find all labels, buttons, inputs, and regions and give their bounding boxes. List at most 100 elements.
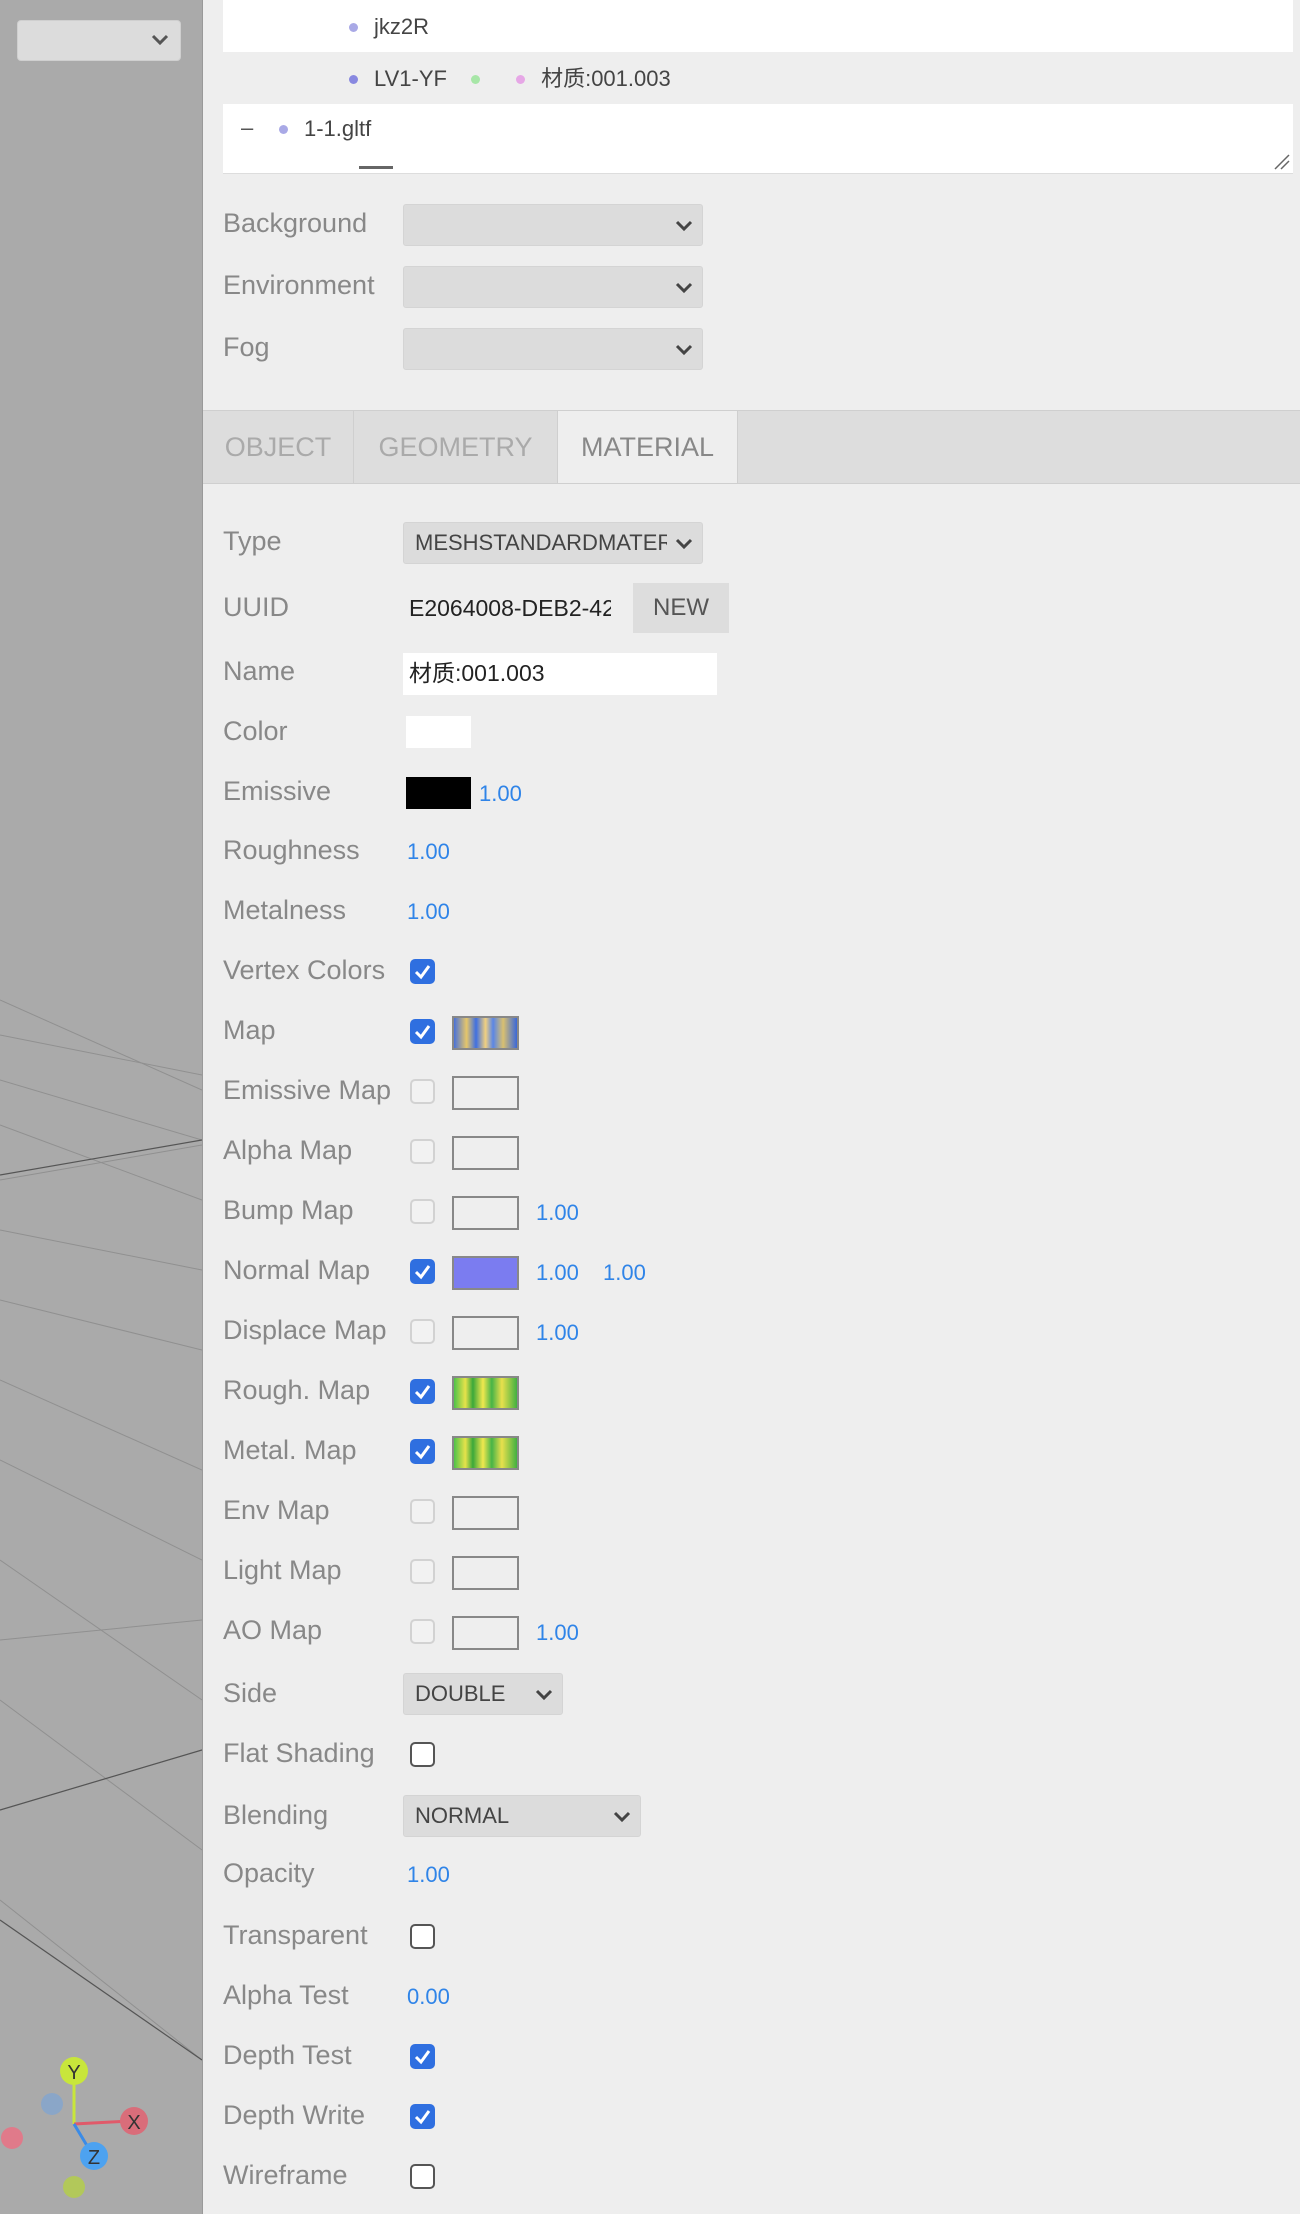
checkmark-icon bbox=[414, 1445, 431, 1460]
flat-shading-checkbox[interactable] bbox=[410, 1742, 435, 1767]
alpha-map-checkbox[interactable] bbox=[410, 1139, 435, 1164]
name-field[interactable]: 材质:001.003 bbox=[403, 653, 717, 695]
name-label: Name bbox=[223, 656, 296, 686]
roughness-number[interactable]: 1.00 bbox=[407, 839, 450, 865]
outliner-row-partial[interactable] bbox=[223, 154, 1293, 173]
bump-map-label: Bump Map bbox=[223, 1195, 354, 1225]
uuid-field[interactable]: E2064008-DEB2-42 bbox=[403, 588, 611, 630]
vertex-colors-checkbox[interactable] bbox=[410, 959, 435, 984]
map-label: Map bbox=[223, 1015, 276, 1045]
normal-scale-y-number[interactable]: 1.00 bbox=[603, 1260, 646, 1286]
color-swatch[interactable] bbox=[406, 716, 471, 748]
normal-map-checkbox[interactable] bbox=[410, 1259, 435, 1284]
map-texture-thumbnail[interactable] bbox=[452, 1016, 519, 1050]
wireframe-checkbox[interactable] bbox=[410, 2164, 435, 2189]
blending-select[interactable]: NORMAL bbox=[403, 1795, 641, 1837]
fog-label: Fog bbox=[223, 332, 270, 362]
grid-lines bbox=[0, 999, 202, 2061]
material-dot-icon bbox=[516, 74, 526, 84]
chevron-down-icon bbox=[535, 1689, 553, 1701]
ao-map-label: AO Map bbox=[223, 1615, 323, 1645]
type-label: Type bbox=[223, 526, 282, 556]
emissive-intensity-number[interactable]: 1.00 bbox=[479, 781, 522, 807]
type-select-value: MESHSTANDARDMATERIAL bbox=[415, 530, 667, 555]
fog-select[interactable] bbox=[403, 328, 703, 370]
tab-geometry[interactable]: GEOMETRY bbox=[354, 411, 558, 483]
chevron-down-icon bbox=[675, 220, 693, 232]
outliner-row-label: jkz2R bbox=[374, 14, 430, 40]
cropped-row-text bbox=[359, 166, 393, 169]
emissive-swatch[interactable] bbox=[406, 777, 471, 809]
background-select[interactable] bbox=[403, 204, 703, 246]
environment-select[interactable] bbox=[403, 266, 703, 308]
vertex-colors-label: Vertex Colors bbox=[223, 955, 386, 985]
neg-z-axis-dot[interactable] bbox=[41, 2093, 63, 2115]
bump-scale-number[interactable]: 1.00 bbox=[536, 1200, 579, 1226]
viewport[interactable]: Y X Z bbox=[0, 0, 202, 2214]
metal-map-texture-thumbnail[interactable] bbox=[452, 1436, 519, 1470]
side-select[interactable]: DOUBLE bbox=[403, 1673, 563, 1715]
alpha-map-texture-slot[interactable] bbox=[452, 1136, 519, 1170]
light-map-texture-slot[interactable] bbox=[452, 1556, 519, 1590]
rough-map-texture-thumbnail[interactable] bbox=[452, 1376, 519, 1410]
checkmark-icon bbox=[414, 1025, 431, 1040]
displace-map-texture-slot[interactable] bbox=[452, 1316, 519, 1350]
metal-map-checkbox[interactable] bbox=[410, 1439, 435, 1464]
checkmark-icon bbox=[414, 1385, 431, 1400]
blending-select-value: NORMAL bbox=[415, 1803, 510, 1828]
alpha-map-label: Alpha Map bbox=[223, 1135, 353, 1165]
normal-map-texture-thumbnail[interactable] bbox=[452, 1256, 519, 1290]
transparent-label: Transparent bbox=[223, 1920, 368, 1950]
type-select[interactable]: MESHSTANDARDMATERIAL bbox=[403, 522, 703, 564]
outliner-row-label: 1-1.gltf bbox=[304, 116, 372, 142]
camera-select[interactable] bbox=[17, 20, 181, 61]
bump-map-checkbox[interactable] bbox=[410, 1199, 435, 1224]
object-dot-icon bbox=[349, 22, 358, 32]
env-map-checkbox[interactable] bbox=[410, 1499, 435, 1524]
alpha-test-label: Alpha Test bbox=[223, 1980, 349, 2010]
light-map-checkbox[interactable] bbox=[410, 1559, 435, 1584]
color-label: Color bbox=[223, 716, 288, 746]
normal-scale-x-number[interactable]: 1.00 bbox=[536, 1260, 579, 1286]
rough-map-checkbox[interactable] bbox=[410, 1379, 435, 1404]
metal-map-label: Metal. Map bbox=[223, 1435, 357, 1465]
side-select-value: DOUBLE bbox=[415, 1681, 506, 1706]
ao-map-texture-slot[interactable] bbox=[452, 1616, 519, 1650]
metalness-number[interactable]: 1.00 bbox=[407, 899, 450, 925]
emissive-map-checkbox[interactable] bbox=[410, 1079, 435, 1104]
z-axis-label: Z bbox=[88, 2147, 100, 2169]
neg-y-axis-dot[interactable] bbox=[63, 2176, 85, 2198]
outliner-row-selected[interactable]: LV1-YF 材质:001.003 bbox=[223, 52, 1293, 104]
displace-scale-number[interactable]: 1.00 bbox=[536, 1320, 579, 1346]
checkmark-icon bbox=[414, 1265, 431, 1280]
neg-x-axis-dot[interactable] bbox=[1, 2127, 23, 2149]
alpha-test-number[interactable]: 0.00 bbox=[407, 1984, 450, 2010]
env-map-texture-slot[interactable] bbox=[452, 1496, 519, 1530]
outliner-row[interactable]: jkz2R bbox=[223, 0, 1293, 52]
depth-write-checkbox[interactable] bbox=[410, 2104, 435, 2129]
displace-map-checkbox[interactable] bbox=[410, 1319, 435, 1344]
depth-write-label: Depth Write bbox=[223, 2100, 366, 2130]
new-uuid-button[interactable]: NEW bbox=[633, 583, 729, 633]
resize-grip-icon[interactable] bbox=[1274, 154, 1290, 170]
y-axis-label: Y bbox=[67, 2062, 80, 2084]
map-checkbox[interactable] bbox=[410, 1019, 435, 1044]
chevron-down-icon bbox=[613, 1811, 631, 1823]
x-axis-label: X bbox=[127, 2112, 140, 2134]
outliner-row[interactable]: – 1-1.gltf bbox=[223, 102, 1293, 154]
collapse-toggle[interactable]: – bbox=[241, 102, 253, 154]
scene-outliner[interactable]: jkz2R LV1-YF 材质:001.003 – 1-1.gltf bbox=[223, 0, 1293, 174]
depth-test-checkbox[interactable] bbox=[410, 2044, 435, 2069]
ao-map-checkbox[interactable] bbox=[410, 1619, 435, 1644]
emissive-label: Emissive bbox=[223, 776, 332, 806]
opacity-number[interactable]: 1.00 bbox=[407, 1862, 450, 1888]
emissive-map-texture-slot[interactable] bbox=[452, 1076, 519, 1110]
tab-material[interactable]: MATERIAL bbox=[558, 411, 738, 483]
tab-object[interactable]: OBJECT bbox=[203, 411, 354, 483]
blending-label: Blending bbox=[223, 1800, 329, 1830]
ao-intensity-number[interactable]: 1.00 bbox=[536, 1620, 579, 1646]
axes-gizmo[interactable]: Y X Z bbox=[0, 2040, 202, 2214]
transparent-checkbox[interactable] bbox=[410, 1924, 435, 1949]
bump-map-texture-slot[interactable] bbox=[452, 1196, 519, 1230]
uuid-label: UUID bbox=[223, 592, 289, 622]
